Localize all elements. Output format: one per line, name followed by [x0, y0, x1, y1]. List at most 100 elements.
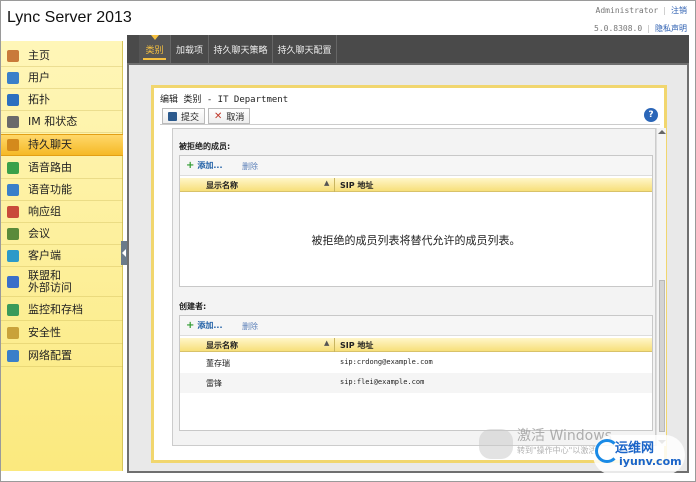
logout-link[interactable]: 注销 [671, 6, 687, 15]
sidebar-item-voice-features[interactable]: 语音功能 [1, 179, 123, 201]
cancel-button[interactable]: ✕ 取消 [208, 108, 251, 124]
col-display-name[interactable]: 显示名称 [206, 340, 238, 351]
sidebar-item-label: 语音路由 [28, 160, 72, 174]
plus-icon: + [186, 320, 195, 331]
scrollbar-thumb[interactable] [659, 280, 665, 432]
edit-panel: 编辑 类别 - IT Department 提交 ✕ 取消 ? 被拒绝的成员: … [151, 85, 667, 463]
col-sip-address[interactable]: SIP 地址 [340, 180, 373, 191]
privacy-link[interactable]: 隐私声明 [655, 24, 687, 33]
denied-members-label: 被拒绝的成员: [179, 142, 231, 151]
creators-add-button[interactable]: + 添加... [186, 320, 223, 331]
user-info: Administrator | 注销 [595, 6, 687, 15]
sidebar-item-im-presence[interactable]: IM 和状态 [1, 111, 123, 133]
creator-sip: sip:crdong@example.com [340, 358, 433, 366]
sidebar-item-label: 用户 [28, 70, 50, 84]
creator-name: 董存瑞 [206, 359, 230, 368]
voice-routing-icon [7, 161, 19, 174]
app-window: Lync Server 2013 Administrator | 注销 5.0.83… [0, 0, 696, 482]
chat-presence-icon [7, 115, 19, 128]
sidebar-item-label: 语音功能 [28, 182, 72, 196]
commit-button[interactable]: 提交 [162, 108, 206, 124]
voice-features-icon [7, 183, 19, 196]
col-display-name[interactable]: 显示名称 [206, 180, 238, 191]
persistent-chat-icon [7, 139, 19, 151]
scroll-down-icon[interactable] [658, 440, 666, 444]
creator-name: 雷锋 [206, 379, 222, 388]
sidebar-item-response-groups[interactable]: 响应组 [1, 201, 123, 223]
sidebar-item-label: 响应组 [28, 204, 61, 218]
table-row[interactable]: 董存瑞 sip:crdong@example.com [180, 353, 652, 373]
denied-grid-header: 显示名称 ▲ SIP 地址 [180, 178, 652, 192]
creators-panel: + 添加... 删除 显示名称 ▲ SIP 地址 董存瑞 sip:crdong@… [179, 315, 653, 431]
cancel-label: 取消 [226, 112, 245, 123]
edit-toolbar: 提交 ✕ 取消 ? [160, 107, 660, 125]
denied-empty-message: 被拒绝的成员列表将替代允许的成员列表。 [311, 234, 521, 247]
sidebar-item-network[interactable]: 网络配置 [1, 345, 123, 367]
clients-icon [7, 249, 19, 262]
sidebar-item-label: 网络配置 [28, 348, 72, 362]
denied-members-toolbar: + 添加... 删除 [180, 156, 652, 176]
sidebar-item-federation[interactable]: 联盟和 外部访问 [1, 267, 123, 297]
federation-icon [7, 275, 19, 288]
sidebar-item-monitoring[interactable]: 监控和存档 [1, 299, 123, 321]
denied-add-button[interactable]: + 添加... [186, 160, 223, 171]
col-sip-address[interactable]: SIP 地址 [340, 340, 373, 351]
version-number: 5.0.8308.0 [594, 24, 643, 33]
sidebar-item-clients[interactable]: 客户端 [1, 245, 123, 267]
home-icon [7, 49, 19, 62]
sort-ascending-icon[interactable]: ▲ [324, 179, 329, 187]
creators-remove-button[interactable]: 删除 [242, 321, 258, 332]
sidebar-item-label: 监控和存档 [28, 302, 83, 316]
page-title: 编辑 类别 - IT Department [160, 95, 289, 105]
response-group-icon [7, 205, 19, 218]
users-icon [7, 71, 19, 84]
help-icon[interactable]: ? [644, 108, 658, 122]
close-icon: ✕ [214, 110, 223, 122]
scroll-up-icon[interactable] [658, 130, 666, 134]
tab-bar: 类别 加载项 持久聊天策略 持久聊天配置 [127, 35, 689, 63]
sidebar-item-voice-routing[interactable]: 语音路由 [1, 157, 123, 179]
denied-add-label: 添加... [197, 161, 223, 170]
creators-toolbar: + 添加... 删除 [180, 316, 652, 336]
sidebar-item-topology[interactable]: 拓扑 [1, 89, 123, 111]
sidebar: 主页 用户 拓扑 IM 和状态 持久聊天 语音路由 语音功能 响应组 会议 客户… [1, 41, 123, 471]
sidebar-item-label: 主页 [28, 48, 50, 62]
sort-ascending-icon[interactable]: ▲ [324, 339, 329, 347]
denied-members-panel: + 添加... 删除 显示名称 ▲ SIP 地址 被拒绝的成员列表将替代允许的成… [179, 155, 653, 287]
column-divider [334, 338, 335, 352]
table-row[interactable]: 雷锋 sip:flei@example.com [180, 373, 652, 393]
sidebar-item-security[interactable]: 安全性 [1, 322, 123, 344]
app-title: Lync Server 2013 [7, 9, 132, 26]
sidebar-item-users[interactable]: 用户 [1, 67, 123, 89]
save-icon [168, 111, 177, 121]
sidebar-item-conferencing[interactable]: 会议 [1, 223, 123, 245]
tab-addins[interactable]: 加载项 [171, 35, 209, 63]
topology-icon [7, 93, 19, 106]
username: Administrator [595, 6, 659, 15]
creators-grid-header: 显示名称 ▲ SIP 地址 [180, 338, 652, 352]
network-icon [7, 349, 19, 362]
commit-label: 提交 [181, 112, 200, 123]
app-header: Lync Server 2013 Administrator | 注销 5.0.83… [1, 1, 695, 37]
security-icon [7, 326, 19, 339]
tab-chat-config[interactable]: 持久聊天配置 [273, 35, 337, 63]
plus-icon: + [186, 160, 195, 171]
sidebar-item-label: 会议 [28, 226, 50, 240]
sidebar-item-home[interactable]: 主页 [1, 45, 123, 67]
monitoring-icon [7, 303, 19, 316]
creators-label: 创建者: [179, 302, 207, 311]
creator-sip: sip:flei@example.com [340, 378, 425, 386]
editor-scroll-area[interactable]: 被拒绝的成员: + 添加... 删除 显示名称 ▲ SIP 地址 被拒绝的成员列… [172, 128, 656, 446]
vertical-scrollbar[interactable] [656, 128, 666, 446]
sidebar-item-label: IM 和状态 [28, 114, 78, 128]
column-divider [334, 178, 335, 192]
creators-add-label: 添加... [197, 321, 223, 330]
sidebar-item-label: 持久聊天 [28, 138, 72, 151]
tab-chat-policy[interactable]: 持久聊天策略 [209, 35, 273, 63]
sidebar-item-label: 安全性 [28, 325, 61, 339]
tab-categories[interactable]: 类别 [139, 35, 171, 63]
conferencing-icon [7, 227, 19, 240]
sidebar-item-label: 联盟和 外部访问 [28, 268, 72, 294]
sidebar-item-persistent-chat[interactable]: 持久聊天 [1, 134, 123, 156]
denied-remove-button[interactable]: 删除 [242, 161, 258, 172]
